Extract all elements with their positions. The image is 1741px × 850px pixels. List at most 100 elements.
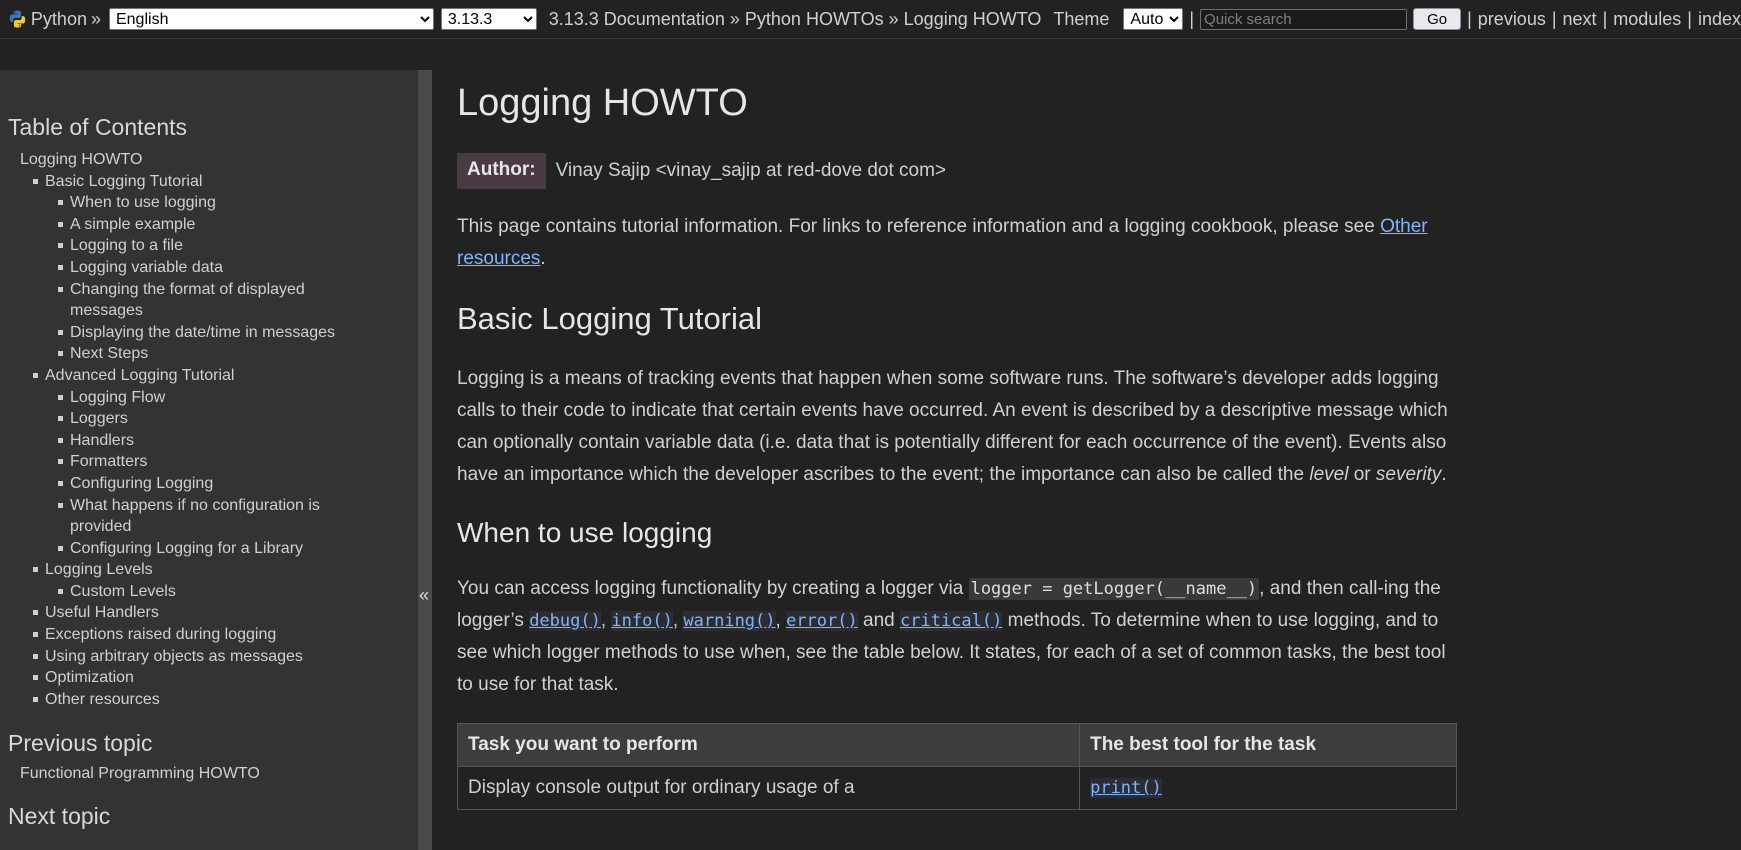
author-field: Author: Vinay Sajip <vinay_sajip at red-… bbox=[457, 153, 1457, 189]
toc-item[interactable]: Basic Logging Tutorial bbox=[8, 171, 418, 193]
basic-tutorial-paragraph: Logging is a means of tracking events th… bbox=[457, 363, 1457, 491]
task-tool-table: Task you want to perform The best tool f… bbox=[456, 723, 1457, 810]
toc-item[interactable]: Logging Levels bbox=[8, 559, 418, 581]
punctuation: , bbox=[672, 610, 679, 631]
previous-topic-link[interactable]: Functional Programming HOWTO bbox=[8, 765, 418, 783]
toc-item[interactable]: Useful Handlers bbox=[8, 602, 418, 624]
toc-item[interactable]: When to use logging bbox=[8, 192, 360, 214]
index-link[interactable]: index bbox=[1698, 9, 1741, 30]
toc-item[interactable]: Displaying the date/time in messages bbox=[8, 322, 360, 344]
toc-item[interactable]: Next Steps bbox=[8, 343, 360, 365]
toc-link[interactable]: Next Steps bbox=[70, 345, 148, 362]
intro-text: This page contains tutorial information.… bbox=[457, 216, 1375, 237]
emphasis-level: level bbox=[1309, 464, 1349, 485]
toc-link[interactable]: Configuring Logging for a Library bbox=[70, 540, 303, 557]
toc-item[interactable]: Formatters bbox=[8, 451, 360, 473]
author-value: Vinay Sajip <vinay_sajip at red-dove dot… bbox=[555, 160, 947, 181]
toc-link[interactable]: When to use logging bbox=[70, 194, 216, 211]
subsection-heading-when-to-use: When to use logging bbox=[457, 517, 713, 548]
toc-item[interactable]: Other resources bbox=[8, 689, 418, 711]
toc-link[interactable]: Using arbitrary objects as messages bbox=[45, 648, 303, 665]
site-name-link[interactable]: Python bbox=[31, 9, 87, 30]
breadcrumb-docs-link[interactable]: 3.13.3 Documentation bbox=[549, 9, 725, 29]
toc-link[interactable]: Custom Levels bbox=[70, 583, 176, 600]
toc-item[interactable]: What happens if no configuration is prov… bbox=[8, 495, 360, 538]
toc-link[interactable]: Exceptions raised during logging bbox=[45, 626, 276, 643]
toc-item[interactable]: Logging to a file bbox=[8, 235, 360, 257]
punctuation: . bbox=[540, 248, 546, 269]
toc-link[interactable]: Displaying the date/time in messages bbox=[70, 324, 335, 341]
toc-item[interactable]: Using arbitrary objects as messages bbox=[8, 646, 418, 668]
sidebar: Table of Contents Logging HOWTO Basic Log… bbox=[0, 70, 418, 850]
print-function-link[interactable]: print() bbox=[1090, 778, 1162, 798]
info-function-link[interactable]: info() bbox=[611, 611, 673, 631]
table-row: Display console output for ordinary usag… bbox=[456, 766, 1457, 810]
toc-item[interactable]: Advanced Logging Tutorial bbox=[8, 365, 418, 387]
sidebar-collapse-button[interactable]: « bbox=[418, 70, 432, 850]
breadcrumb-current-link[interactable]: Logging HOWTO bbox=[904, 9, 1042, 29]
theme-select[interactable]: Auto bbox=[1123, 8, 1184, 30]
toc-link[interactable]: Other resources bbox=[45, 691, 160, 708]
toc-list: Logging HOWTO Basic Logging Tutorial When … bbox=[8, 149, 418, 710]
toc-item[interactable]: Configuring Logging bbox=[8, 473, 360, 495]
modules-link[interactable]: modules bbox=[1613, 9, 1681, 30]
toc-link[interactable]: Changing the format of displayed message… bbox=[70, 281, 305, 320]
toc-item[interactable]: Exceptions raised during logging bbox=[8, 624, 418, 646]
pipe-separator: | bbox=[1189, 8, 1195, 29]
when-to-use-paragraph: You can access logging functionality by … bbox=[457, 573, 1457, 701]
toc-item[interactable]: Handlers bbox=[8, 430, 360, 452]
quick-search-input[interactable] bbox=[1200, 8, 1408, 30]
toc-link[interactable]: Logging variable data bbox=[70, 259, 223, 276]
pipe-separator: | bbox=[1467, 8, 1472, 29]
toc-link[interactable]: Advanced Logging Tutorial bbox=[45, 367, 234, 384]
critical-function-link[interactable]: critical() bbox=[900, 611, 1003, 631]
toc-item[interactable]: Optimization bbox=[8, 667, 418, 689]
breadcrumb-separator: » bbox=[729, 8, 740, 29]
toc-item[interactable]: Loggers bbox=[8, 408, 360, 430]
punctuation: , bbox=[600, 610, 607, 631]
table-header-task: Task you want to perform bbox=[456, 723, 1081, 767]
toc-item[interactable]: Logging Flow bbox=[8, 387, 360, 409]
previous-topic-heading: Previous topic bbox=[8, 730, 153, 757]
python-logo-icon bbox=[9, 10, 26, 28]
table-header-row: Task you want to perform The best tool f… bbox=[456, 723, 1457, 767]
toc-link[interactable]: Logging Levels bbox=[45, 561, 153, 578]
toc-link[interactable]: Configuring Logging bbox=[70, 475, 213, 492]
toc-link[interactable]: Basic Logging Tutorial bbox=[45, 173, 202, 190]
language-select[interactable]: English bbox=[108, 8, 434, 30]
toc-item[interactable]: A simple example bbox=[8, 214, 360, 236]
toc-link[interactable]: Handlers bbox=[70, 432, 134, 449]
table-cell-task: Display console output for ordinary usag… bbox=[456, 766, 1081, 810]
error-function-link[interactable]: error() bbox=[786, 611, 858, 631]
top-navigation-bar: Python » English 3.13.3 3.13.3 Documenta… bbox=[0, 0, 1741, 39]
breadcrumb-howtos-link[interactable]: Python HOWTOs bbox=[745, 9, 884, 29]
toc-item[interactable]: Custom Levels bbox=[8, 581, 360, 603]
previous-link[interactable]: previous bbox=[1478, 9, 1546, 30]
paragraph-text: You can access logging functionality by … bbox=[457, 578, 964, 599]
paragraph-text: Logging is a means of tracking events th… bbox=[457, 368, 1448, 485]
toc-link[interactable]: Optimization bbox=[45, 669, 134, 686]
toc-item[interactable]: Configuring Logging for a Library bbox=[8, 538, 360, 560]
warning-function-link[interactable]: warning() bbox=[683, 611, 776, 631]
version-select[interactable]: 3.13.3 bbox=[440, 8, 537, 30]
toc-link[interactable]: Formatters bbox=[70, 453, 147, 470]
toc-link[interactable]: Logging Flow bbox=[70, 389, 165, 406]
toc-link[interactable]: Loggers bbox=[70, 410, 128, 427]
breadcrumb-separator: » bbox=[888, 8, 899, 29]
next-link[interactable]: next bbox=[1563, 9, 1597, 30]
toc-heading: Table of Contents bbox=[8, 114, 188, 140]
toc-link[interactable]: Logging to a file bbox=[70, 237, 183, 254]
toc-item[interactable]: Logging HOWTO bbox=[8, 149, 418, 171]
search-go-button[interactable]: Go bbox=[1413, 8, 1462, 30]
toc-item[interactable]: Changing the format of displayed message… bbox=[8, 279, 360, 322]
toc-link[interactable]: Useful Handlers bbox=[45, 604, 159, 621]
toc-link[interactable]: A simple example bbox=[70, 216, 195, 233]
toc-link[interactable]: Logging HOWTO bbox=[20, 151, 142, 168]
toc-item[interactable]: Logging variable data bbox=[8, 257, 360, 279]
theme-label: Theme bbox=[1053, 8, 1110, 29]
table-cell-tool: print() bbox=[1079, 766, 1457, 810]
next-topic-heading: Next topic bbox=[8, 803, 111, 830]
toc-link[interactable]: What happens if no configuration is prov… bbox=[70, 497, 320, 536]
debug-function-link[interactable]: debug() bbox=[529, 611, 601, 631]
emphasis-severity: severity bbox=[1375, 464, 1442, 485]
